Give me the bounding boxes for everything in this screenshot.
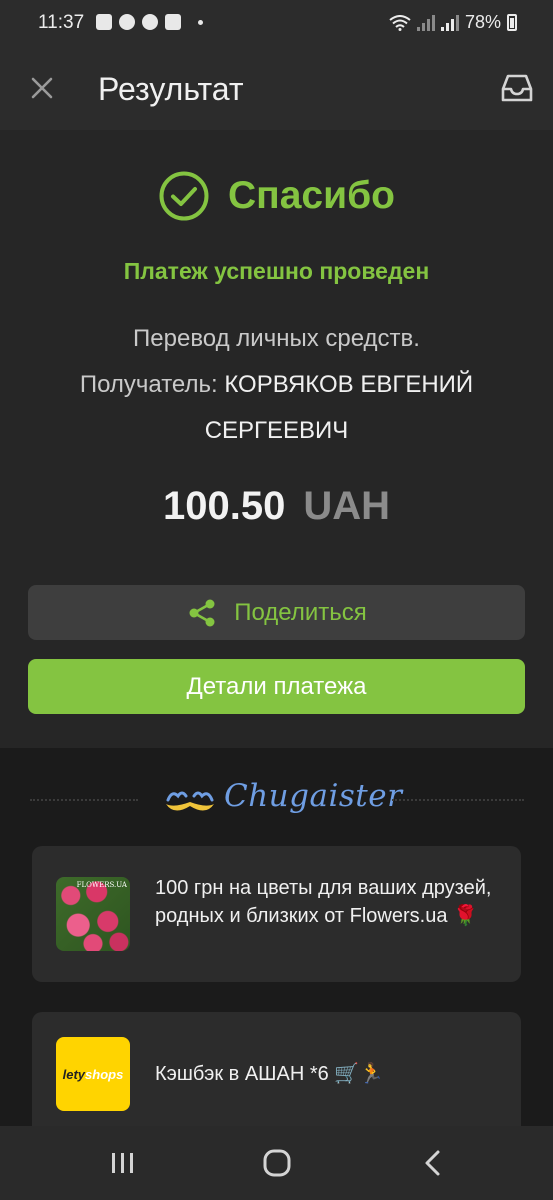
- share-label: Поделиться: [234, 598, 367, 626]
- back-icon[interactable]: [420, 1148, 446, 1178]
- recipient-label: Получатель:: [79, 371, 218, 398]
- promo-card[interactable]: FLOWERS.UA 100 грн на цветы для ваших др…: [32, 846, 521, 982]
- payment-result: Спасибо Платеж успешно проведен Перевод …: [0, 130, 553, 748]
- inbox-icon: [501, 74, 533, 102]
- brand-name: Chugaister: [224, 778, 403, 814]
- close-box-icon: [165, 14, 181, 30]
- transfer-type: Перевод личных средств.: [133, 325, 420, 352]
- letyshops-logo-text: lety: [62, 1066, 86, 1082]
- battery-percent: 78%: [464, 12, 501, 32]
- payment-details-button[interactable]: Детали платежа: [28, 659, 525, 714]
- status-bar: 11:37 78%: [0, 0, 553, 46]
- notification-icons: [96, 14, 203, 30]
- thanks-row: Спасибо: [0, 170, 553, 222]
- dot-icon: [198, 19, 203, 25]
- home-icon[interactable]: [262, 1148, 292, 1178]
- recipient: Получатель: КОРВЯКОВ ЕВГЕНИЙ СЕРГЕЕВИЧ: [40, 362, 513, 454]
- battery-icon: [507, 14, 517, 31]
- status-time: 11:37: [38, 12, 85, 33]
- promo-card[interactable]: letyshops Кэшбэк в АШАН *6 🛒🏃: [32, 1012, 521, 1142]
- promo-text: Кэшбэк в АШАН *6 🛒🏃: [155, 1063, 385, 1085]
- message-icon: [96, 14, 112, 30]
- inbox-button[interactable]: [497, 68, 537, 108]
- close-button[interactable]: [22, 68, 62, 108]
- system-icons: 78%: [389, 12, 517, 33]
- system-nav-bar: [0, 1126, 553, 1200]
- share-icon: [189, 599, 215, 626]
- amount-currency: UAH: [303, 484, 390, 528]
- facebook-icon: [119, 14, 135, 30]
- check-circle-icon: [159, 171, 209, 221]
- recipient-name: КОРВЯКОВ ЕВГЕНИЙ СЕРГЕЕВИЧ: [204, 371, 474, 444]
- signal-icon: [440, 14, 459, 31]
- recents-icon[interactable]: [108, 1150, 138, 1176]
- signal-icon: [416, 14, 435, 31]
- divider: [392, 799, 524, 801]
- promo-text: 100 грн на цветы для ваших друзей, родны…: [155, 877, 492, 927]
- mustache-icon: [166, 791, 214, 811]
- thanks-title: Спасибо: [228, 174, 395, 217]
- page-title: Результат: [98, 71, 244, 107]
- app-header: Результат: [0, 46, 553, 130]
- letyshops-logo-text: shops: [85, 1066, 124, 1082]
- share-button[interactable]: Поделиться: [28, 585, 525, 640]
- flowers-ua-thumbnail: FLOWERS.UA: [56, 877, 130, 951]
- divider: [30, 799, 138, 801]
- facebook-icon: [142, 14, 158, 30]
- payment-status: Платеж успешно проведен: [123, 258, 430, 284]
- close-icon: [31, 77, 53, 99]
- payment-description: Перевод личных средств. Получатель: КОРВ…: [40, 316, 513, 454]
- brand-row: Chugaister: [0, 776, 553, 822]
- wifi-icon: [389, 14, 411, 31]
- amount-value: 100.50: [162, 484, 286, 528]
- letyshops-logo: letyshops: [56, 1037, 130, 1111]
- amount: 100.50 UAH: [0, 484, 553, 529]
- flowers-ua-logo: FLOWERS.UA: [76, 881, 127, 889]
- promo-section: Chugaister FLOWERS.UA 100 грн на цветы д…: [0, 748, 553, 1142]
- payment-details-label: Детали платежа: [186, 672, 367, 700]
